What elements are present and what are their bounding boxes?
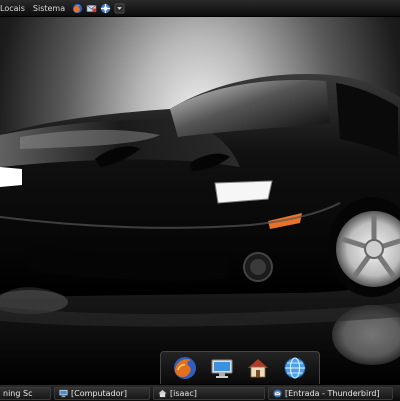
task-button-running[interactable]: ning Sc [0,386,51,400]
dock-network-globe-icon[interactable] [281,354,309,382]
help-icon[interactable] [100,3,111,14]
computer-icon [59,389,68,398]
task-button-isaac[interactable]: [isaac] [153,386,265,400]
firefox-icon[interactable] [72,3,83,14]
task-button-computador[interactable]: [Computador] [54,386,150,400]
task-button-thunderbird[interactable]: [Entrada - Thunderbird] [268,386,393,400]
home-folder-icon [158,389,167,398]
system-menu[interactable]: Sistema [29,4,69,13]
task-label: [isaac] [170,388,197,398]
thunderbird-icon [273,388,282,398]
panel-arrow-icon[interactable] [114,3,125,14]
task-label: [Entrada - Thunderbird] [285,388,380,398]
dock-firefox-icon[interactable] [171,354,199,382]
places-menu[interactable]: Locais [0,4,29,13]
bottom-panel: ning Sc [Computador] [isaac] [Entrada - … [0,384,400,401]
sports-car-wallpaper [0,74,400,384]
dock-home-folder-icon[interactable] [244,354,272,382]
mail-icon[interactable] [86,3,97,14]
desktop-wallpaper [0,17,400,384]
task-label: ning Sc [3,388,33,398]
top-panel: Locais Sistema [0,0,400,17]
dock-computer-monitor-icon[interactable] [208,354,236,382]
dock [160,351,320,384]
task-label: [Computador] [71,388,127,398]
